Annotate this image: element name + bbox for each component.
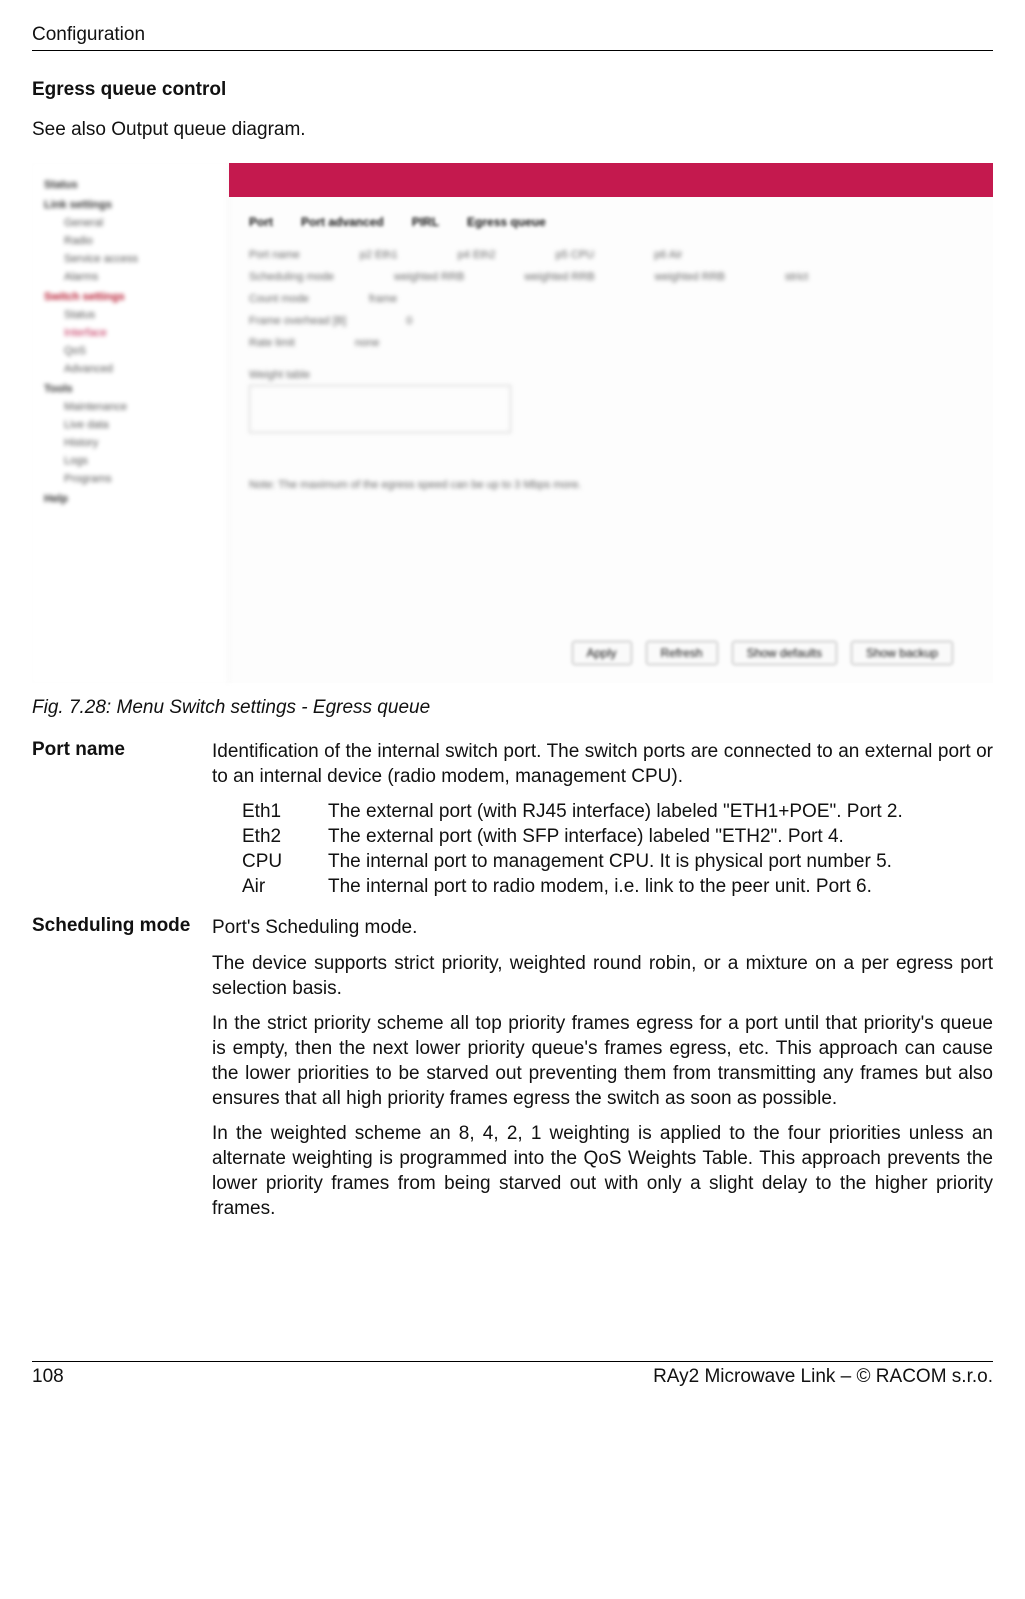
sidebar-link-settings: Link settings (44, 199, 220, 211)
sidebar-item: Status (64, 309, 220, 321)
page-number: 108 (32, 1366, 64, 1388)
tab-bar: Port Port advanced PIRL Egress queue (229, 197, 993, 235)
page-header: Configuration (32, 24, 993, 51)
note-text: Note: The maximum of the egress speed ca… (249, 479, 973, 491)
figure-screenshot: Status Link settings General Radio Servi… (32, 163, 993, 683)
sidebar: Status Link settings General Radio Servi… (32, 163, 229, 683)
weights-label: Weight table (249, 369, 973, 381)
scheduling-p4: In the weighted scheme an 8, 4, 2, 1 wei… (212, 1121, 993, 1221)
definition-port-name: Port name Identification of the internal… (32, 739, 993, 911)
port-label: Eth1 (242, 799, 328, 824)
show-defaults-button: Show defaults (732, 641, 837, 665)
cell: strict (785, 271, 808, 283)
sidebar-item: Interface (64, 327, 220, 339)
section-title: Egress queue control (32, 79, 993, 101)
port-label: Air (242, 874, 328, 899)
cell: Port name (249, 249, 300, 261)
sidebar-switch-settings: Switch settings (44, 291, 220, 303)
port-desc: The internal port to management CPU. It … (328, 849, 993, 874)
tab: Egress queue (467, 215, 546, 229)
cell: weighted RRB (394, 271, 464, 283)
header-left: Configuration (32, 24, 145, 46)
term-port-name: Port name (32, 739, 212, 911)
footer-copyright: RAy2 Microwave Link – © RACOM s.r.o. (653, 1366, 993, 1388)
sidebar-item: Live data (64, 419, 220, 431)
sidebar-item: Alarms (64, 271, 220, 283)
cell: p6 Air (654, 249, 682, 261)
port-desc: The external port (with SFP interface) l… (328, 824, 993, 849)
apply-button: Apply (572, 641, 632, 665)
weights-box (249, 385, 511, 433)
cell: frame (369, 293, 397, 305)
scheduling-p2: The device supports strict priority, wei… (212, 951, 993, 1001)
figure-caption: Fig. 7.28: Menu Switch settings - Egress… (32, 697, 993, 719)
cell: Rate limit (249, 337, 295, 349)
port-row-eth2: Eth2 The external port (with SFP interfa… (242, 824, 993, 849)
port-desc: The external port (with RJ45 interface) … (328, 799, 993, 824)
sidebar-item: Radio (64, 235, 220, 247)
cell: Count mode (249, 293, 309, 305)
tab: Port (249, 215, 273, 229)
port-label: Eth2 (242, 824, 328, 849)
tab: PIRL (412, 215, 439, 229)
scheduling-p1: Port's Scheduling mode. (212, 915, 993, 940)
sidebar-item: Programs (64, 473, 220, 485)
cell: weighted RRB (524, 271, 594, 283)
port-label: CPU (242, 849, 328, 874)
show-backup-button: Show backup (851, 641, 953, 665)
cell: p2 Eth1 (360, 249, 398, 261)
sidebar-item: Logs (64, 455, 220, 467)
port-row-air: Air The internal port to radio modem, i.… (242, 874, 993, 899)
tab: Port advanced (301, 215, 384, 229)
sidebar-item: Service access (64, 253, 220, 265)
sidebar-tools: Tools (44, 383, 220, 395)
definition-scheduling: Scheduling mode Port's Scheduling mode. … (32, 915, 993, 1231)
see-also-text: See also Output queue diagram. (32, 119, 993, 141)
sidebar-item: General (64, 217, 220, 229)
port-row-cpu: CPU The internal port to management CPU.… (242, 849, 993, 874)
cell: none (355, 337, 379, 349)
cell: Scheduling mode (249, 271, 334, 283)
port-row-eth1: Eth1 The external port (with RJ45 interf… (242, 799, 993, 824)
cell: p4 Eth2 (458, 249, 496, 261)
scheduling-p3: In the strict priority scheme all top pr… (212, 1011, 993, 1111)
port-name-intro: Identification of the internal switch po… (212, 739, 993, 789)
cell: Frame overhead [B] (249, 315, 346, 327)
sidebar-item: Maintenance (64, 401, 220, 413)
sidebar-help: Help (44, 493, 220, 505)
screenshot-body: Port name p2 Eth1 p4 Eth2 p5 CPU p6 Air … (229, 235, 993, 631)
port-list: Eth1 The external port (with RJ45 interf… (242, 799, 993, 899)
page-footer: 108 RAy2 Microwave Link – © RACOM s.r.o. (32, 1361, 993, 1388)
banner (229, 163, 993, 197)
button-row: Apply Refresh Show defaults Show backup (229, 631, 993, 683)
sidebar-item: Advanced (64, 363, 220, 375)
sidebar-status: Status (44, 179, 220, 191)
refresh-button: Refresh (646, 641, 718, 665)
sidebar-item: QoS (64, 345, 220, 357)
port-desc: The internal port to radio modem, i.e. l… (328, 874, 993, 899)
term-scheduling: Scheduling mode (32, 915, 212, 1231)
cell: weighted RRB (655, 271, 725, 283)
cell: 0 (406, 315, 412, 327)
sidebar-item: History (64, 437, 220, 449)
cell: p5 CPU (556, 249, 595, 261)
